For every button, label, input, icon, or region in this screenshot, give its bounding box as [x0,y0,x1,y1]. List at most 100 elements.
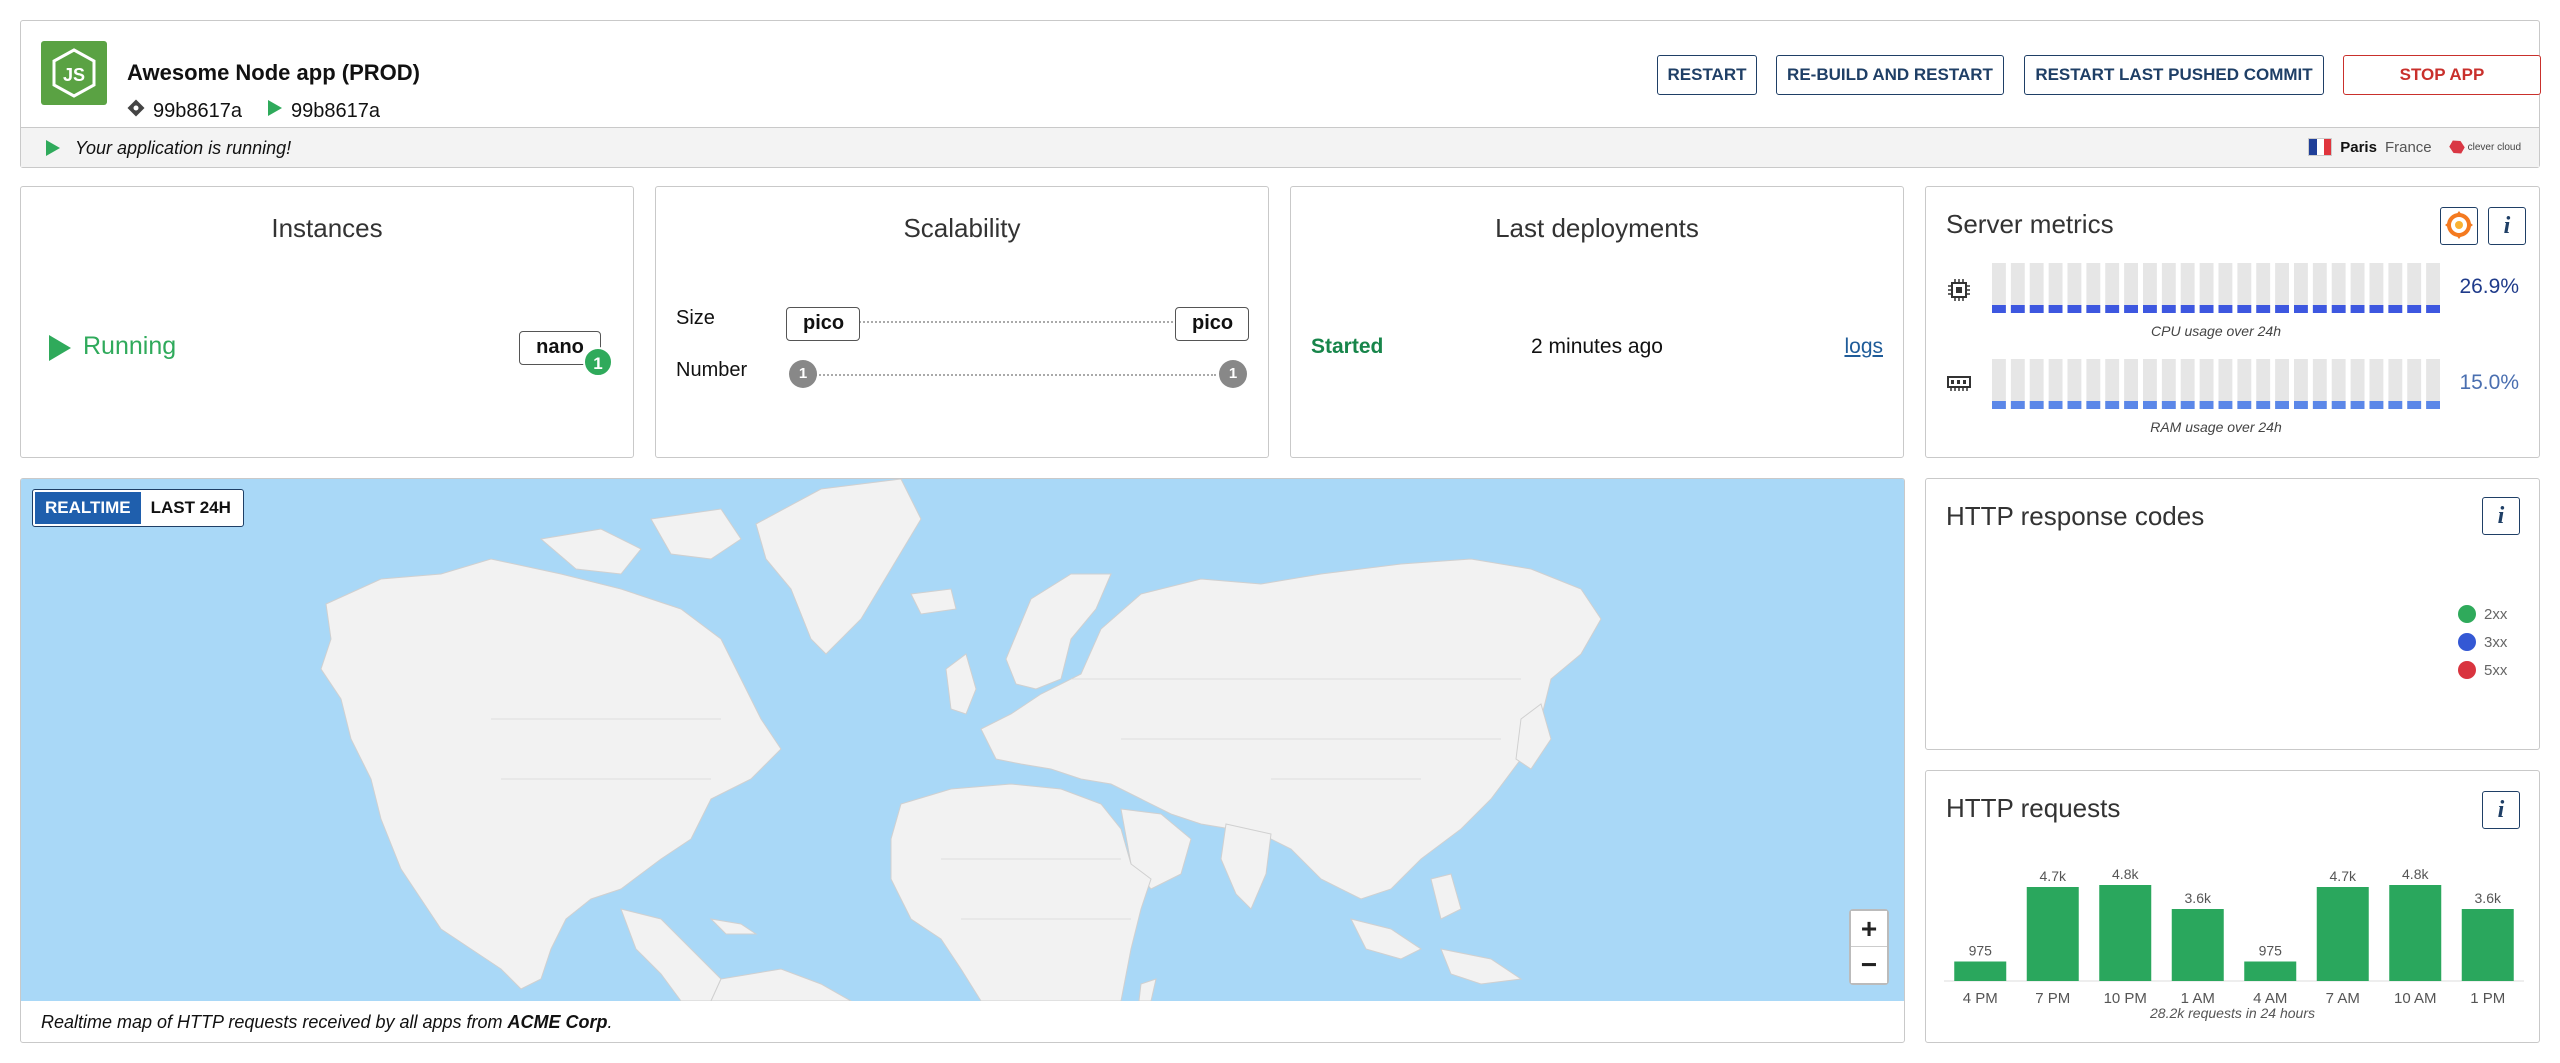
spark-bar [2312,401,2327,409]
http-requests-bar-chart: 9754 PM4.7k7 PM4.8k10 PM3.6k1 AM9754 AM4… [1944,866,2524,1007]
git-commit-icon [127,99,145,123]
scalability-card: Scalability Size Number pico pico 1 1 [655,186,1269,458]
clever-cloud-logo: clever cloud [2450,140,2521,154]
number-label: Number [676,359,748,381]
bar [2171,909,2224,981]
play-icon [45,139,61,162]
size-min-badge: pico [786,307,860,341]
realtime-toggle[interactable]: REALTIME [35,492,141,524]
instances-title: Instances [271,213,383,243]
spark-bar [2350,401,2365,409]
world-map-land [320,479,1602,1001]
spark-bar [2086,401,2101,409]
map-caption-prefix: Realtime map of HTTP requests received b… [41,1012,508,1032]
spark-bar [2294,305,2308,313]
bar-value-label: 975 [2259,943,2283,959]
play-icon [47,333,73,368]
spark-bar [2010,305,2025,313]
zoom-out-button[interactable]: − [1851,947,1887,983]
size-max-badge: pico [1175,307,1249,341]
deployed-commit: 99b8617a [127,99,242,123]
number-min-badge: 1 [789,360,817,388]
metrics-info-button[interactable]: i [2488,207,2526,245]
spark-bar [2199,305,2214,313]
spark-bar [2237,401,2252,409]
server-metrics-title: Server metrics [1946,209,2114,239]
world-map[interactable]: REALTIME LAST 24H + − [21,479,1904,1001]
deployment-logs-link[interactable]: logs [1844,335,1883,359]
deployment-state: Started [1311,335,1384,358]
bar-value-label: 4.7k [2040,868,2067,884]
http-response-codes-card: HTTP response codes i 2xx 3xx 5xx [1925,478,2540,750]
spark-bar [2369,401,2384,409]
size-label: Size [676,307,715,329]
spark-bar [2218,401,2233,409]
spark-bar [2294,401,2308,409]
deployments-card: Last deployments 2 minutes ago Started l… [1290,186,1904,458]
bar [2316,887,2369,981]
spark-bar [1992,305,2006,313]
requests-info-button[interactable]: i [2482,791,2520,829]
legend-item-3xx: 3xx [2458,633,2507,651]
bar [2099,885,2152,981]
spark-bar [2369,305,2384,313]
spark-bar [2426,401,2440,409]
deployed-commit-hash: 99b8617a [153,99,242,122]
bar [2389,885,2442,981]
spark-bar [2426,305,2440,313]
grafana-icon [2445,211,2473,239]
http-response-codes-title: HTTP response codes [1946,501,2205,531]
number-max-badge: 1 [1219,360,1247,388]
restart-last-pushed-commit-button[interactable]: RESTART LAST PUSHED COMMIT [2024,55,2324,95]
spark-bar [2256,305,2271,313]
cpu-sparkline [1992,263,2440,313]
running-commit-hash: 99b8617a [291,99,380,122]
response-codes-donut-chart [2106,553,2286,733]
spark-bar [2331,401,2346,409]
legend-label: 2xx [2484,605,2508,623]
spark-bar [2275,305,2289,313]
bar-value-label: 3.6k [2185,890,2212,906]
rebuild-and-restart-button[interactable]: RE-BUILD AND RESTART [1776,55,2004,95]
http-requests-title: HTTP requests [1946,793,2121,823]
bar-value-label: 975 [1969,943,1993,959]
spark-bar [2067,305,2082,313]
ram-value: 15.0% [2459,371,2519,394]
spark-bar [2331,305,2346,313]
restart-button[interactable]: RESTART [1657,55,1757,95]
cpu-caption: CPU usage over 24h [2151,323,2281,339]
spark-bar [2124,305,2138,313]
spark-bar [2275,401,2289,409]
svg-text:JS: JS [63,65,85,85]
region-country: France [2384,138,2432,156]
status-bar: Your application is running! Paris Franc… [21,127,2539,167]
status-text: Your application is running! [75,138,292,158]
bar-value-label: 4.7k [2330,868,2357,884]
spark-bar [2029,401,2044,409]
spark-bar [2388,401,2403,409]
spark-bar [2161,401,2176,409]
grafana-button[interactable] [2440,207,2478,245]
spark-bar [2067,401,2082,409]
zoom-in-button[interactable]: + [1851,911,1887,947]
legend-item-2xx: 2xx [2458,605,2507,623]
legend-dot [2458,633,2476,651]
map-mode-toggle: REALTIME LAST 24H [32,489,244,527]
spark-bar [1992,401,2006,409]
last-24h-toggle[interactable]: LAST 24H [140,492,241,524]
app-name: Awesome Node app (PROD) [127,60,420,85]
france-flag-icon [2308,138,2333,156]
instances-card: Instances Running nano 1 [20,186,634,458]
spark-bar [2048,401,2063,409]
ram-icon [1946,373,1972,395]
bar-value-label: 3.6k [2475,890,2502,906]
region-city: Paris [2340,138,2377,156]
spark-bar [2161,305,2176,313]
bar [2244,961,2297,981]
response-codes-info-button[interactable]: i [2482,497,2520,535]
brand-name: clever cloud [2467,141,2521,153]
spark-bar [2180,305,2195,313]
spark-bar [2407,305,2422,313]
stop-app-button[interactable]: STOP APP [2343,55,2541,95]
legend-label: 3xx [2484,633,2508,651]
